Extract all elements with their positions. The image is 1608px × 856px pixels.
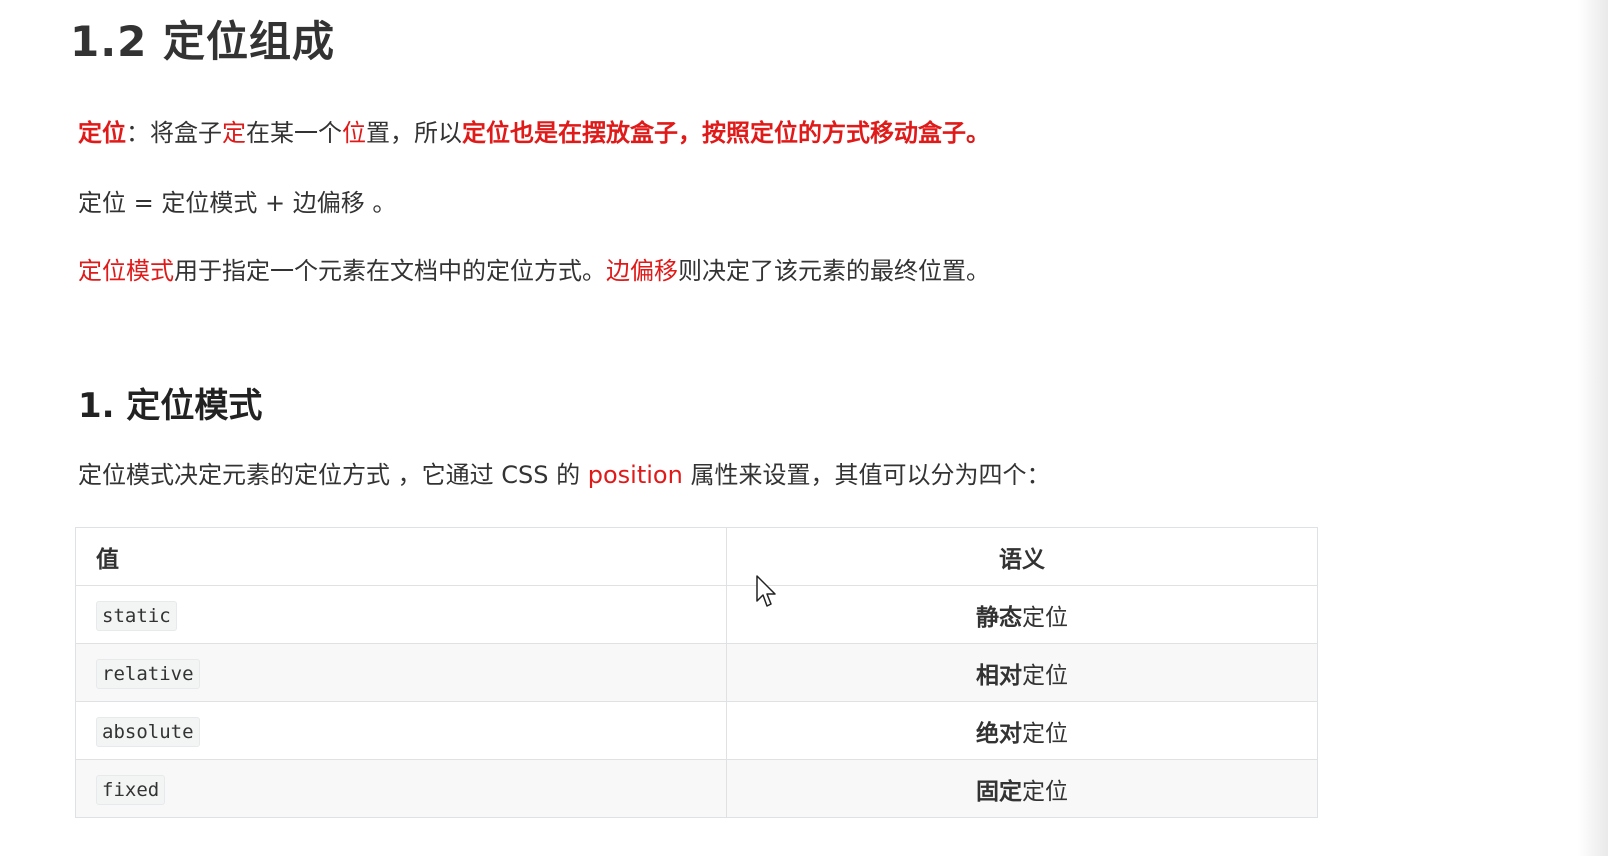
highlight-wei: 位	[342, 119, 366, 147]
mouse-pointer-icon	[756, 575, 778, 613]
table-row: relative 相对定位	[75, 643, 1318, 702]
formula-paragraph: 定位 = 定位模式 + 边偏移 。	[78, 189, 397, 217]
section-heading: 1.2 定位组成	[70, 17, 336, 66]
value-cell: fixed	[75, 759, 727, 818]
meaning-cell: 静态定位	[726, 585, 1318, 644]
position-values-table: 值 语义 static 静态定位 relative 相对定位 absolute …	[75, 527, 1318, 818]
meaning-bold: 相对	[976, 662, 1022, 689]
term-positioning: 定位	[78, 119, 126, 147]
column-header-value: 值	[75, 527, 727, 586]
text-segment: ：将盒子	[126, 119, 222, 147]
definition-paragraph: 定位：将盒子定在某一个位置，所以定位也是在摆放盒子，按照定位的方式移动盒子。	[78, 118, 990, 148]
subsection-heading: 1. 定位模式	[78, 386, 263, 426]
text-segment: 置，所以	[366, 119, 462, 147]
table-row: absolute 绝对定位	[75, 701, 1318, 760]
meaning-bold: 绝对	[976, 720, 1022, 747]
meaning-cell: 绝对定位	[726, 701, 1318, 760]
text-segment: 则决定了该元素的最终位置。	[678, 257, 990, 285]
table-header-row: 值 语义	[75, 527, 1318, 586]
term-positioning-mode: 定位模式	[78, 257, 174, 285]
window-edge-shadow	[1578, 0, 1608, 856]
explanation-paragraph: 定位模式用于指定一个元素在文档中的定位方式。边偏移则决定了该元素的最终位置。	[78, 256, 990, 286]
property-name: position	[587, 461, 683, 489]
emphasis-sentence: 定位也是在摆放盒子，按照定位的方式移动盒子。	[462, 119, 990, 147]
document-page: 1.2 定位组成 定位：将盒子定在某一个位置，所以定位也是在摆放盒子，按照定位的…	[0, 0, 1608, 856]
text-segment: 在某一个	[246, 119, 342, 147]
table-row: static 静态定位	[75, 585, 1318, 644]
code-value: absolute	[96, 716, 200, 747]
highlight-ding: 定	[222, 119, 246, 147]
value-cell: relative	[75, 643, 727, 702]
code-value: fixed	[96, 774, 166, 805]
meaning-cell: 固定定位	[726, 759, 1318, 818]
meaning-rest: 定位	[1022, 720, 1068, 747]
meaning-cell: 相对定位	[726, 643, 1318, 702]
meaning-rest: 定位	[1022, 778, 1068, 805]
text-segment: 用于指定一个元素在文档中的定位方式。	[174, 257, 606, 285]
meaning-rest: 定位	[1022, 604, 1068, 631]
meaning-bold: 静态	[976, 604, 1022, 631]
code-value: relative	[96, 658, 200, 689]
value-cell: absolute	[75, 701, 727, 760]
mode-intro-paragraph: 定位模式决定元素的定位方式 ，它通过 CSS 的 position 属性来设置，…	[78, 460, 1050, 490]
text-segment: 定位模式决定元素的定位方式 ，它通过 CSS 的	[78, 461, 588, 489]
term-offset: 边偏移	[606, 257, 678, 285]
code-value: static	[96, 600, 177, 631]
table-row: fixed 固定定位	[75, 759, 1318, 818]
column-header-meaning: 语义	[726, 527, 1318, 586]
meaning-rest: 定位	[1022, 662, 1068, 689]
meaning-bold: 固定	[976, 778, 1022, 805]
text-segment: 属性来设置，其值可以分为四个：	[682, 461, 1051, 489]
value-cell: static	[75, 585, 727, 644]
